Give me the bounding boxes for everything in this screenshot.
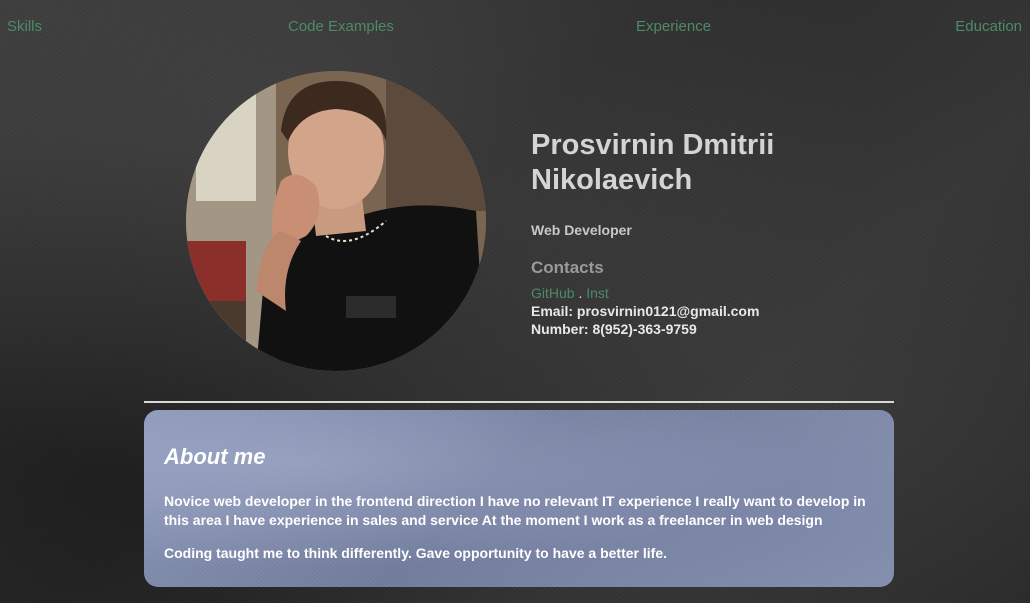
- about-title: About me: [164, 444, 266, 469]
- nav-link-education[interactable]: Education: [955, 18, 1022, 35]
- profile-name: Prosvirnin Dmitrii Nikolaevich: [531, 128, 861, 198]
- phone-line: Number: 8(952)-363-9759: [531, 321, 697, 337]
- profile-name-second-line: Nikolaevich: [531, 164, 693, 196]
- section-divider: [144, 401, 894, 403]
- profile-name-first-line: Prosvirnin Dmitrii: [531, 129, 775, 161]
- nav-link-code-examples[interactable]: Code Examples: [288, 18, 394, 35]
- contacts-heading: Contacts: [531, 258, 604, 277]
- top-navigation: Skills Code Examples Experience Educatio…: [0, 18, 1030, 38]
- nav-link-experience[interactable]: Experience: [636, 18, 711, 35]
- profile-role: Web Developer: [531, 222, 632, 238]
- about-paragraph-1: Novice web developer in the frontend dir…: [164, 493, 866, 528]
- nav-link-skills[interactable]: Skills: [7, 18, 42, 35]
- about-card: About me Novice web developer in the fro…: [144, 410, 894, 587]
- profile-photo: [186, 71, 486, 371]
- social-links: GitHub . Inst: [531, 284, 861, 302]
- email-line: Email: prosvirnin0121@gmail.com: [531, 303, 760, 319]
- github-link[interactable]: GitHub: [531, 285, 575, 301]
- instagram-link[interactable]: Inst: [586, 285, 609, 301]
- about-paragraph-2: Coding taught me to think differently. G…: [164, 545, 667, 561]
- link-separator: .: [574, 285, 587, 301]
- profile-info: Prosvirnin Dmitrii Nikolaevich Web Devel…: [531, 128, 861, 338]
